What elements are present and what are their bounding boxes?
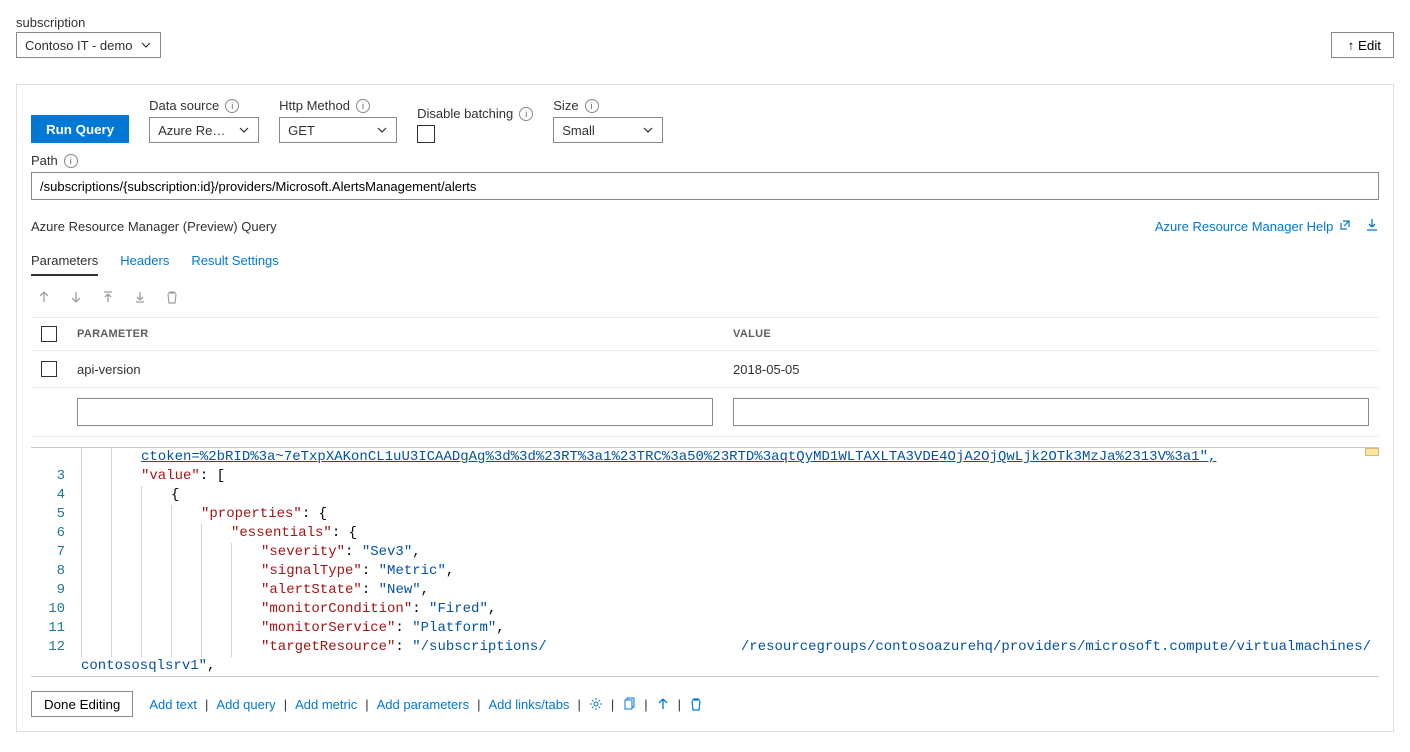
code-line: contososqlsrv1", <box>81 657 1379 676</box>
code-line: "monitorService": "Platform", <box>261 619 1379 638</box>
line-number: 7 <box>31 543 81 562</box>
move-to-bottom-icon[interactable] <box>133 290 147 307</box>
parameters-table: PARAMETER VALUE api-version 2018-05-05 <box>31 317 1379 437</box>
info-icon[interactable]: i <box>585 99 599 113</box>
chevron-down-icon <box>140 39 152 51</box>
arm-help-link[interactable]: Azure Resource Manager Help <box>1155 219 1351 234</box>
bottom-toolbar: Done Editing Add text | Add query | Add … <box>31 691 1379 717</box>
minimap-warning-icon <box>1365 448 1379 456</box>
add-text-link[interactable]: Add text <box>149 697 197 712</box>
http-method-value: GET <box>288 123 315 138</box>
line-number: 3 <box>31 467 81 486</box>
select-all-checkbox[interactable] <box>41 326 57 342</box>
path-label: Path <box>31 153 58 168</box>
edit-button[interactable]: ↑ Edit <box>1331 32 1394 58</box>
add-query-link[interactable]: Add query <box>216 697 275 712</box>
delete-icon[interactable] <box>689 697 703 711</box>
move-up-icon[interactable] <box>37 290 51 307</box>
param-toolbar <box>37 290 1379 307</box>
done-editing-label: Done Editing <box>44 697 120 712</box>
line-number: 5 <box>31 505 81 524</box>
path-input[interactable] <box>31 172 1379 200</box>
tabs: Parameters Headers Result Settings <box>31 247 1379 276</box>
line-number: 6 <box>31 524 81 543</box>
line-number: 10 <box>31 600 81 619</box>
http-method-label: Http Method <box>279 98 350 113</box>
data-source-value: Azure Reso… <box>158 123 230 138</box>
section-title: Azure Resource Manager (Preview) Query <box>31 219 277 234</box>
info-icon[interactable]: i <box>64 154 78 168</box>
chevron-down-icon <box>376 124 388 136</box>
copy-icon[interactable] <box>622 697 636 711</box>
code-line: "essentials": { <box>231 524 1379 543</box>
delete-icon[interactable] <box>165 290 179 307</box>
info-icon[interactable]: i <box>225 99 239 113</box>
line-number: 11 <box>31 619 81 638</box>
subscription-label: subscription <box>16 15 161 30</box>
add-parameters-link[interactable]: Add parameters <box>377 697 470 712</box>
subscription-dropdown[interactable]: Contoso IT - demo <box>16 32 161 58</box>
cell-value: 2018-05-05 <box>723 351 1379 388</box>
line-number <box>31 448 81 467</box>
new-value-input[interactable] <box>733 398 1369 426</box>
info-icon[interactable]: i <box>519 107 533 121</box>
code-line: "severity": "Sev3", <box>261 543 1379 562</box>
line-number: 4 <box>31 486 81 505</box>
code-line: "monitorCondition": "Fired", <box>261 600 1379 619</box>
run-query-label: Run Query <box>46 122 114 137</box>
table-row-new <box>31 388 1379 437</box>
size-dropdown[interactable]: Small <box>553 117 663 143</box>
code-line: "value": [ <box>141 467 1379 486</box>
column-parameter: PARAMETER <box>67 318 723 351</box>
add-links-tabs-link[interactable]: Add links/tabs <box>489 697 570 712</box>
disable-batching-label: Disable batching <box>417 106 513 121</box>
code-line: ctoken=%2bRID%3a~7eTxpXAKonCL1uU3ICAADgA… <box>141 448 1379 467</box>
move-to-top-icon[interactable] <box>101 290 115 307</box>
external-link-icon <box>1339 219 1351 234</box>
new-parameter-input[interactable] <box>77 398 713 426</box>
arm-help-label: Azure Resource Manager Help <box>1155 219 1333 234</box>
query-panel: Run Query Data source i Azure Reso… Http… <box>16 84 1394 732</box>
code-line: "targetResource": "/subscriptions/ /reso… <box>261 638 1379 657</box>
line-number: 9 <box>31 581 81 600</box>
move-up-icon[interactable] <box>656 697 670 711</box>
move-down-icon[interactable] <box>69 290 83 307</box>
tab-headers[interactable]: Headers <box>120 247 169 276</box>
table-row[interactable]: api-version 2018-05-05 <box>31 351 1379 388</box>
subscription-value: Contoso IT - demo <box>25 38 132 53</box>
info-icon[interactable]: i <box>356 99 370 113</box>
line-number: 12 <box>31 638 81 657</box>
download-icon[interactable] <box>1365 218 1379 235</box>
gear-icon[interactable] <box>589 697 603 711</box>
column-value: VALUE <box>723 318 1379 351</box>
run-query-button[interactable]: Run Query <box>31 115 129 143</box>
code-line: "properties": { <box>201 505 1379 524</box>
tab-result-settings[interactable]: Result Settings <box>191 247 278 276</box>
tab-parameters[interactable]: Parameters <box>31 247 98 276</box>
chevron-down-icon <box>238 124 250 136</box>
cell-parameter: api-version <box>67 351 723 388</box>
data-source-dropdown[interactable]: Azure Reso… <box>149 117 259 143</box>
row-checkbox[interactable] <box>41 361 57 377</box>
disable-batching-checkbox[interactable] <box>417 125 435 143</box>
add-metric-link[interactable]: Add metric <box>295 697 357 712</box>
code-line: "alertState": "New", <box>261 581 1379 600</box>
data-source-label: Data source <box>149 98 219 113</box>
done-editing-button[interactable]: Done Editing <box>31 691 133 717</box>
size-label: Size <box>553 98 578 113</box>
chevron-down-icon <box>642 124 654 136</box>
json-result-editor[interactable]: ctoken=%2bRID%3a~7eTxpXAKonCL1uU3ICAADgA… <box>31 447 1379 677</box>
line-number: 8 <box>31 562 81 581</box>
code-line: { <box>171 486 1379 505</box>
size-value: Small <box>562 123 595 138</box>
http-method-dropdown[interactable]: GET <box>279 117 397 143</box>
edit-button-label: ↑ Edit <box>1348 38 1381 53</box>
code-line: "signalType": "Metric", <box>261 562 1379 581</box>
